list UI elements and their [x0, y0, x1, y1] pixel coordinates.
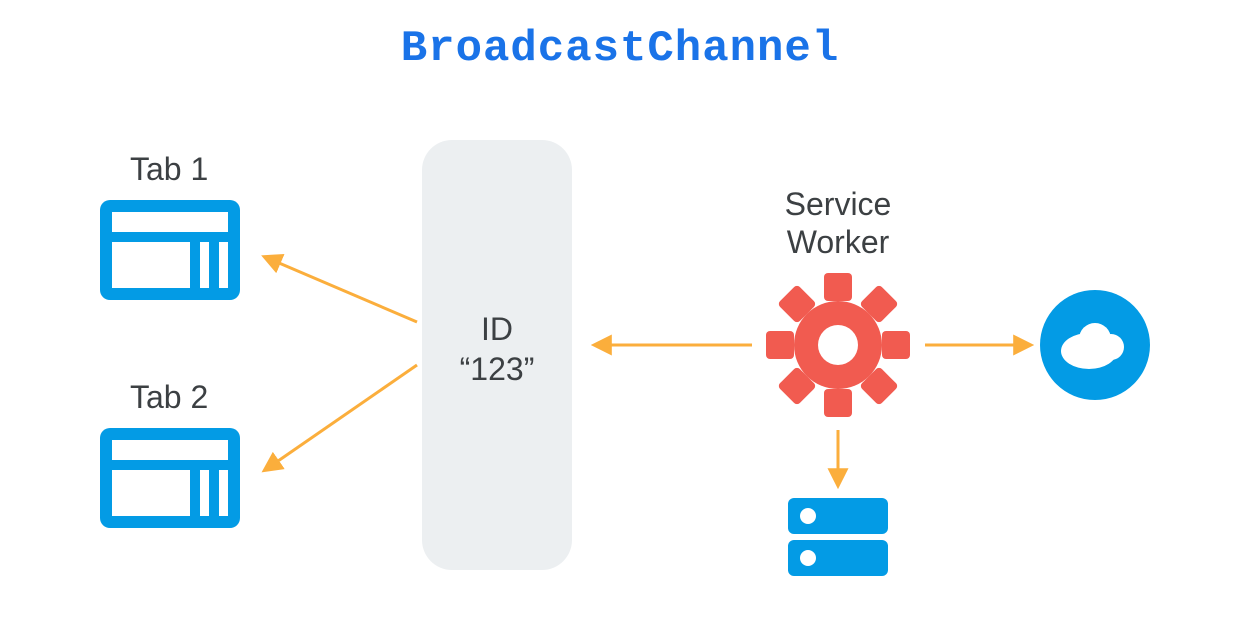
page-title: BroadcastChannel — [401, 24, 839, 74]
service-worker: Service Worker — [736, 186, 940, 447]
tab-1: Tab 1 — [100, 151, 240, 300]
arrow-channel-to-tab2 — [265, 365, 417, 470]
tab-2-label: Tab 2 — [130, 379, 208, 415]
tab-2: Tab 2 — [100, 379, 240, 528]
broadcast-channel: ID “123” — [422, 140, 572, 570]
channel-id-line2: “123” — [460, 351, 535, 387]
diagram-canvas: BroadcastChannel ID “123” Tab 1 Tab 2 — [0, 0, 1240, 628]
server-icon — [788, 498, 888, 576]
service-worker-label-1: Service — [785, 186, 892, 222]
browser-window-icon — [100, 428, 240, 528]
service-worker-label-2: Worker — [787, 224, 890, 260]
tab-1-label: Tab 1 — [130, 151, 208, 187]
cloud-icon — [1040, 290, 1150, 400]
channel-id-line1: ID — [481, 311, 513, 347]
gear-icon — [736, 243, 940, 447]
browser-window-icon — [100, 200, 240, 300]
arrow-channel-to-tab1 — [265, 257, 417, 322]
